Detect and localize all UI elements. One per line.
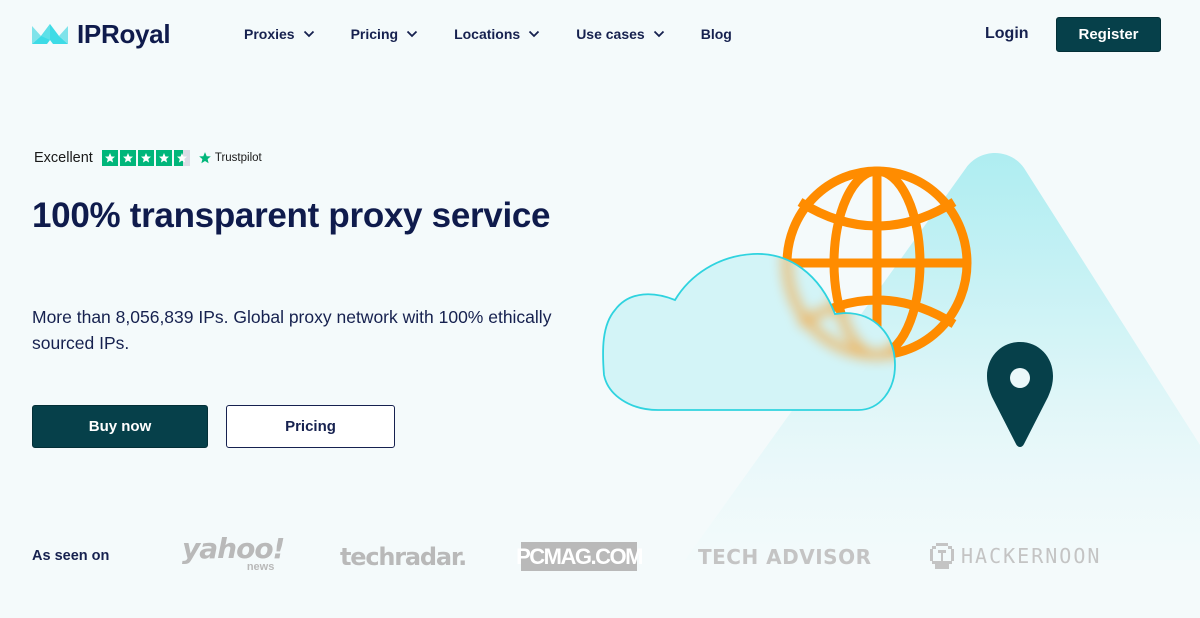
nav-label: Proxies [244, 26, 295, 42]
star-rating [101, 150, 190, 166]
nav-label: Use cases [576, 26, 645, 42]
main-nav: Proxies Pricing Locations Use cases Blog [244, 26, 768, 42]
brand-name: IPRoyal [77, 19, 171, 49]
nav-pricing[interactable]: Pricing [351, 26, 418, 42]
half-star-icon [173, 150, 190, 166]
nav-label: Locations [454, 26, 521, 42]
star-icon [137, 150, 154, 166]
nav-label: Blog [700, 26, 732, 42]
hero-title: 100% transparent proxy service [32, 196, 551, 235]
trustpilot-logo: Trustpilot [198, 151, 262, 165]
hackernoon-helmet-icon [930, 543, 954, 569]
chevron-down-icon [303, 30, 314, 38]
star-icon [101, 150, 118, 166]
star-icon [119, 150, 136, 166]
chevron-down-icon [653, 30, 664, 38]
register-button[interactable]: Register [1056, 17, 1161, 52]
rating-text: Excellent [34, 150, 93, 166]
star-icon [155, 150, 172, 166]
nav-locations[interactable]: Locations [454, 26, 540, 42]
buy-now-button[interactable]: Buy now [32, 405, 208, 448]
press-logo-techradar: techradar. [340, 543, 467, 571]
press-sub: news [246, 561, 275, 573]
trustpilot-star-icon [199, 152, 211, 164]
login-link[interactable]: Login [985, 25, 1029, 43]
hero-subtitle: More than 8,056,839 IPs. Global proxy ne… [32, 307, 552, 353]
press-logo-yahoo-news: yahoo! news [182, 532, 285, 574]
site-header: IPRoyal Proxies Pricing Locations Use ca… [0, 0, 1200, 70]
press-name: HACKERNOON [961, 544, 1102, 568]
nav-label: Pricing [350, 26, 399, 42]
as-seen-on-label: As seen on [32, 548, 110, 564]
press-logo-tech-advisor: TECH ADVISOR [698, 545, 872, 569]
nav-blog[interactable]: Blog [701, 26, 732, 42]
hero-illustration [602, 153, 1200, 560]
pricing-button[interactable]: Pricing [226, 405, 395, 448]
chevron-down-icon [529, 30, 540, 38]
chevron-down-icon [406, 30, 418, 38]
nav-proxies[interactable]: Proxies [244, 26, 315, 42]
logo-link[interactable]: IPRoyal [32, 19, 171, 50]
trustpilot-brand: Trustpilot [214, 152, 262, 164]
press-logo-hackernoon: HACKERNOON [929, 542, 1101, 570]
nav-use-cases[interactable]: Use cases [576, 26, 665, 42]
crown-logo-icon [32, 23, 68, 44]
press-logo-pcmag: PCMAG.COM [516, 542, 643, 571]
trustpilot-rating[interactable]: Excellent Trustpilot [34, 150, 262, 166]
press-name: yahoo! [182, 532, 285, 565]
